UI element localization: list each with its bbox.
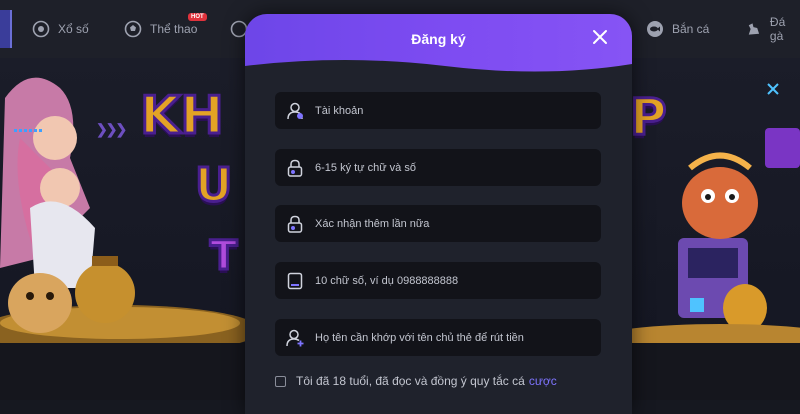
nav-item-label: Thể thao [150,22,198,36]
lottery-icon [32,20,50,38]
user-icon [287,102,303,119]
nav-item-label: Xổ số [58,22,89,36]
banner-headline-art: U [193,157,233,214]
nav-active-indicator [0,10,12,48]
nav-item-sports[interactable]: Thể thao [124,18,197,40]
confirm-password-field[interactable] [275,205,601,242]
close-icon[interactable] [589,26,611,48]
banner-headline-art: T [208,232,238,281]
terms-agreement: Tôi đã 18 tuổi, đã đọc và đồng ý quy tắc… [275,374,557,388]
terms-link[interactable]: cược [529,374,557,388]
decor-dots [14,129,44,132]
fullname-input[interactable] [315,331,595,344]
fullname-field[interactable] [275,319,601,356]
rooster-icon [748,23,760,35]
header-wave-decoration [245,60,632,80]
nav-item-fishing[interactable]: Bắn cá [646,18,709,40]
nav-item-label: Bắn cá [672,22,710,36]
modal-header: Đăng ký [245,14,632,80]
username-field[interactable] [275,92,601,129]
nav-item-lottery[interactable]: Xổ số [32,18,89,40]
lock-icon [287,215,303,233]
banner-headline-art: KH [139,85,226,148]
registration-modal: Đăng ký Tài khoản 10 chữ số, ví dụ 09888… [245,14,632,414]
nav-item-cockfight[interactable]: Đá gà [745,15,800,43]
confirm-password-input[interactable] [315,217,595,230]
password-field[interactable] [275,149,601,186]
phone-input[interactable] [315,274,595,287]
terms-text: Tôi đã 18 tuổi, đã đọc và đồng ý quy tắc… [296,374,525,388]
modal-title: Đăng ký [411,31,466,47]
banner-headline-art: P [629,87,669,148]
add-user-icon [286,329,304,346]
sports-icon [124,20,142,38]
terms-checkbox[interactable] [275,375,286,387]
phone-field[interactable] [275,262,601,299]
phone-icon [287,272,303,289]
decor-chevrons: ❯❯❯ [96,121,127,137]
fish-icon [647,21,663,37]
username-input[interactable] [315,104,595,117]
hot-badge: HOT [188,13,207,21]
nav-item-label: Đá gà [769,15,786,43]
lock-icon [287,159,303,177]
password-input[interactable] [315,161,595,174]
